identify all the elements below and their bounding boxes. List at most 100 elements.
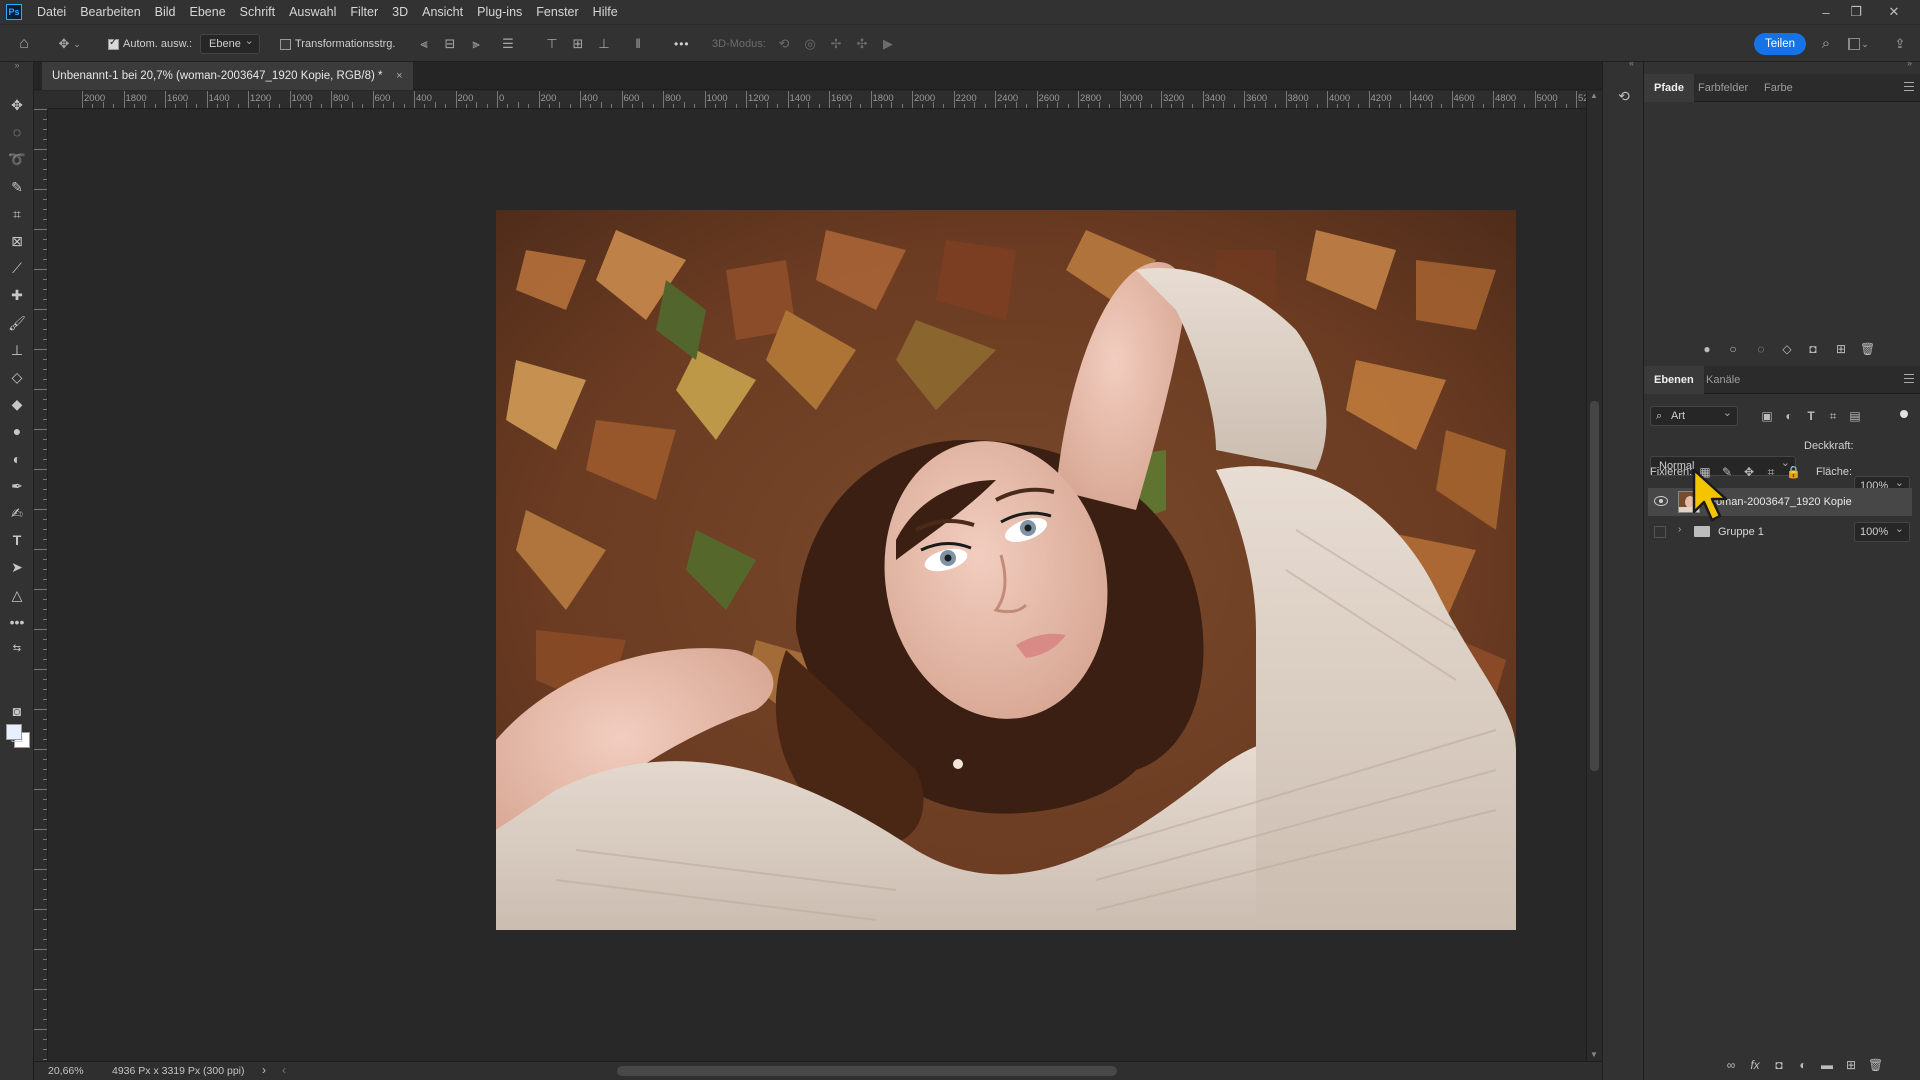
add-mask-icon[interactable]: ◘ (1806, 342, 1820, 356)
menu-hilfe[interactable]: Hilfe (586, 0, 625, 24)
menu-schrift[interactable]: Schrift (233, 0, 282, 24)
scroll-up-icon[interactable]: ▲ (1590, 91, 1598, 100)
group-expand-chevron-icon[interactable]: › (1678, 524, 1681, 535)
quick-mask-icon[interactable]: ◙ (8, 702, 26, 720)
vertical-scrollbar[interactable]: ▲ ▼ (1586, 91, 1602, 1061)
menu-fenster[interactable]: Fenster (529, 0, 585, 24)
default-colors-icon[interactable]: ⇆ (8, 640, 26, 658)
lock-artboard-icon[interactable]: ⌗ (1764, 465, 1778, 479)
clone-stamp-tool-icon[interactable]: ⊥ (8, 341, 26, 359)
filter-shape-layers-icon[interactable]: ⌗ (1826, 409, 1840, 423)
pen-tool-icon[interactable]: ✒ (8, 477, 26, 495)
collapse-toolbar-icon[interactable]: » (8, 56, 26, 74)
workspace-icon[interactable]: ⌄ (1848, 25, 1870, 63)
filter-toggle-icon[interactable] (1900, 410, 1908, 418)
load-selection-icon[interactable]: ◌ (1754, 342, 1768, 356)
layers-panel-menu-icon[interactable] (1904, 374, 1914, 383)
healing-brush-tool-icon[interactable]: ✚ (8, 286, 26, 304)
align-center-h-icon[interactable]: ⊟ (442, 25, 458, 63)
close-icon[interactable]: ✕ (1880, 0, 1908, 24)
eyedropper-tool-icon[interactable]: ⟋ (8, 259, 26, 277)
expand-dock-icon[interactable]: » (1907, 58, 1912, 68)
add-layer-mask-icon[interactable]: ◘ (1772, 1058, 1786, 1072)
scroll-left-icon[interactable]: ‹ (282, 1063, 286, 1077)
lock-position-icon[interactable]: ✥ (1742, 465, 1756, 479)
menu-plugins[interactable]: Plug-ins (470, 0, 529, 24)
filter-adjustment-layers-icon[interactable]: ◐ (1782, 409, 1796, 423)
shape-tool-icon[interactable]: △ (8, 586, 26, 604)
lock-all-icon[interactable]: 🔒 (1786, 465, 1801, 479)
brush-tool-icon[interactable]: 🖌 (8, 314, 26, 332)
3d-roll-icon[interactable]: ◎ (802, 25, 818, 63)
layer-filter-kind-dropdown[interactable]: ⌕ Art (1650, 404, 1738, 426)
move-tool-preset-icon[interactable]: ✥ ⌄ (56, 25, 82, 63)
auto-select-checkbox[interactable]: Autom. ausw.: (108, 25, 192, 63)
freeform-pen-tool-icon[interactable]: ✍ (8, 504, 26, 522)
menu-datei[interactable]: Datei (30, 0, 73, 24)
distribute-icon[interactable]: ☰ (500, 25, 516, 63)
3d-orbit-icon[interactable]: ⟲ (776, 25, 792, 63)
3d-slide-icon[interactable]: ✣ (854, 25, 870, 63)
layer-visibility-eye-icon[interactable] (1654, 496, 1668, 506)
menu-bild[interactable]: Bild (148, 0, 183, 24)
tab-kanaele[interactable]: Kanäle (1696, 366, 1750, 394)
distribute-vertical-icon[interactable]: ‖ (630, 25, 646, 63)
layer-row-woman-kopie[interactable]: woman-2003647_1920 Kopie (1648, 488, 1912, 516)
align-middle-v-icon[interactable]: ⊞ (570, 25, 586, 63)
menu-filter[interactable]: Filter (343, 0, 385, 24)
document-info[interactable]: 4936 Px x 3319 Px (300 ppi) (112, 1065, 245, 1077)
collapse-panels-icon[interactable]: « (1629, 58, 1634, 68)
dodge-tool-icon[interactable]: ● (8, 422, 26, 440)
vertical-scrollbar-thumb[interactable] (1590, 401, 1599, 771)
path-selection-tool-icon[interactable]: ➤ (8, 558, 26, 576)
menu-ebene[interactable]: Ebene (183, 0, 233, 24)
delete-path-icon[interactable]: 🗑 (1860, 342, 1875, 356)
align-right-icon[interactable]: ⫸ (468, 25, 484, 63)
more-options-button[interactable]: ••• (674, 25, 690, 63)
menu-auswahl[interactable]: Auswahl (282, 0, 343, 24)
paint-bucket-tool-icon[interactable]: ◆ (8, 395, 26, 413)
ruler-origin[interactable] (34, 91, 48, 109)
transform-controls-checkbox[interactable]: Transformationsstrg. (280, 25, 395, 63)
eraser-tool-icon[interactable]: ◇ (8, 368, 26, 386)
menu-bearbeiten[interactable]: Bearbeiten (73, 0, 147, 24)
fill-path-icon[interactable]: ● (1700, 342, 1714, 356)
horizontal-scrollbar-thumb[interactable] (617, 1066, 1117, 1076)
tab-pfade[interactable]: Pfade (1644, 74, 1694, 102)
menu-ansicht[interactable]: Ansicht (415, 0, 470, 24)
link-layers-icon[interactable]: ∞ (1724, 1058, 1738, 1072)
share-button[interactable]: Teilen (1754, 33, 1806, 55)
align-bottom-icon[interactable]: ⊥ (596, 25, 612, 63)
restore-icon[interactable]: ❐ (1842, 0, 1870, 24)
horizontal-ruler[interactable]: 2000 1800 1600 1400 1200 1000 800 600 400 200 0 200… (48, 91, 1586, 109)
foreground-color-swatch[interactable] (6, 724, 22, 740)
stroke-path-icon[interactable]: ○ (1726, 342, 1740, 356)
make-work-path-icon[interactable]: ◇ (1780, 342, 1794, 356)
crop-tool-icon[interactable]: ⌗ (8, 205, 26, 223)
layer-visibility-off-icon[interactable] (1654, 526, 1666, 538)
zoom-level[interactable]: 20,66% (48, 1065, 84, 1077)
3d-pan-icon[interactable]: ✢ (828, 25, 844, 63)
new-layer-icon[interactable]: ⊞ (1844, 1058, 1858, 1072)
new-adjustment-layer-icon[interactable]: ◐ (1796, 1058, 1810, 1072)
filter-pixel-layers-icon[interactable]: ▣ (1760, 409, 1774, 423)
align-left-icon[interactable]: ⫷ (416, 25, 432, 63)
edit-toolbar-icon[interactable]: ••• (8, 613, 26, 631)
lasso-tool-icon[interactable]: ➰ (8, 150, 26, 168)
close-document-icon[interactable]: × (396, 62, 402, 90)
filter-smart-objects-icon[interactable]: ▤ (1848, 409, 1862, 423)
scroll-down-icon[interactable]: ▼ (1590, 1050, 1598, 1059)
document-image[interactable] (496, 210, 1516, 930)
frame-tool-icon[interactable]: ⊠ (8, 232, 26, 250)
3d-camera-icon[interactable]: ▶ (880, 25, 896, 63)
delete-layer-icon[interactable]: 🗑 (1868, 1058, 1883, 1072)
layer-row-gruppe-1[interactable]: › Gruppe 1 (1648, 518, 1912, 546)
quick-selection-tool-icon[interactable]: ✎ (8, 178, 26, 196)
document-tab[interactable]: Unbenannt-1 bei 20,7% (woman-2003647_192… (42, 62, 413, 90)
new-group-icon[interactable]: ▬ (1820, 1058, 1834, 1072)
move-tool-icon[interactable]: ✥ (8, 96, 26, 114)
tab-farbe[interactable]: Farbe (1754, 74, 1803, 102)
vertical-ruler[interactable] (34, 109, 48, 1061)
tab-farbfelder[interactable]: Farbfelder (1688, 74, 1758, 102)
filter-type-layers-icon[interactable]: T (1804, 409, 1818, 423)
